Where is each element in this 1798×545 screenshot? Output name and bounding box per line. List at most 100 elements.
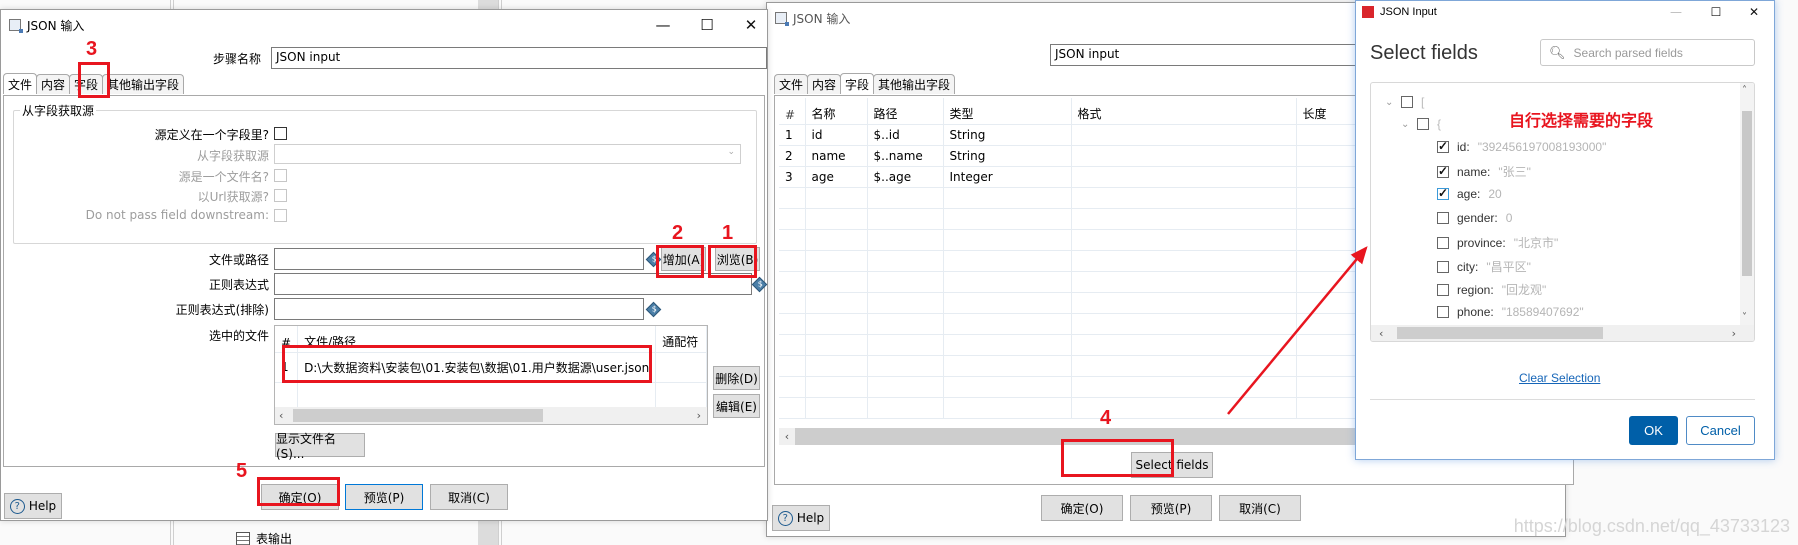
tab-file[interactable]: 文件 <box>774 74 809 94</box>
help-button[interactable]: ? Help <box>4 493 62 519</box>
variable-icon <box>645 301 662 318</box>
tab-other-output-fields[interactable]: 其他输出字段 <box>102 74 185 94</box>
window-title: JSON 输入 <box>793 11 851 26</box>
window-title: JSON 输入 <box>27 18 85 33</box>
scrollbar-thumb[interactable] <box>1742 111 1752 276</box>
tree-node-province[interactable]: province: "北京市" <box>1437 234 1558 251</box>
delete-button[interactable]: 删除(D) <box>713 366 760 390</box>
tree-node-region[interactable]: region: "回龙观" <box>1437 281 1546 298</box>
column-header-wildcard[interactable]: 通配符 <box>655 326 707 353</box>
table-row[interactable]: 1 D:\大数据资料\安装包\01.安装包\数据\01.用户数据源\user.j… <box>275 352 707 383</box>
horizontal-scrollbar[interactable]: ‹ › <box>1371 325 1754 341</box>
column-header-type[interactable]: 类型 <box>943 98 1072 125</box>
column-header-path[interactable]: 路径 <box>867 98 944 125</box>
column-header-format[interactable]: 格式 <box>1071 98 1297 125</box>
checkbox[interactable] <box>1437 306 1449 318</box>
source-field-select[interactable]: ⌄ <box>274 144 741 164</box>
ok-button[interactable]: OK <box>1629 416 1678 445</box>
edit-button[interactable]: 编辑(E) <box>713 394 760 418</box>
maximize-button[interactable]: ☐ <box>1696 1 1736 23</box>
column-header-file-path[interactable]: 文件/路径 <box>297 326 657 353</box>
regex-input[interactable] <box>274 273 752 295</box>
file-or-directory-label: 文件或路径 <box>208 253 269 267</box>
chevron-down-icon[interactable]: ⌄ <box>1385 97 1401 108</box>
do-not-pass-downstream-checkbox[interactable] <box>274 209 287 222</box>
tab-bar: 文件 内容 字段 其他输出字段 <box>774 73 956 94</box>
scroll-right-icon[interactable]: › <box>697 409 701 422</box>
step-name-input[interactable]: JSON input <box>271 47 767 69</box>
checkbox[interactable] <box>1437 139 1449 153</box>
annotation-step-2: 2 <box>672 222 684 244</box>
clear-selection-link[interactable]: Clear Selection <box>1519 371 1600 385</box>
tab-fields[interactable]: 字段 <box>840 73 875 94</box>
maximize-button[interactable]: ☐ <box>685 10 729 40</box>
ok-button[interactable]: 确定(O) <box>261 484 339 510</box>
source-in-field-checkbox[interactable] <box>274 127 287 140</box>
add-button[interactable]: 增加(A) <box>661 247 706 271</box>
column-header-length[interactable]: 长度 <box>1296 98 1363 125</box>
tree-item-table-output[interactable]: 表输出 <box>236 530 292 545</box>
chevron-down-icon[interactable]: ⌄ <box>1401 119 1417 130</box>
preview-button[interactable]: 预览(P) <box>1130 495 1212 521</box>
checkbox[interactable] <box>1437 186 1449 200</box>
checkbox[interactable] <box>1437 236 1449 249</box>
tab-fields[interactable]: 字段 <box>69 74 104 94</box>
cancel-button[interactable]: 取消(C) <box>430 484 508 510</box>
scroll-left-icon[interactable]: ‹ <box>1379 327 1383 340</box>
select-fields-button[interactable]: Select fields <box>1131 452 1213 478</box>
tree-node-object[interactable]: ⌄ { <box>1401 117 1441 131</box>
checkbox[interactable] <box>1437 283 1449 296</box>
minimize-button[interactable]: — <box>1656 1 1696 23</box>
ok-button[interactable]: 确定(O) <box>1041 495 1123 521</box>
window-title: JSON Input <box>1380 6 1437 18</box>
tree-node-phone[interactable]: phone: "18589407692" <box>1437 305 1584 319</box>
checkbox[interactable] <box>1417 118 1429 130</box>
cancel-button[interactable]: Cancel <box>1686 416 1755 445</box>
column-header-index[interactable]: # <box>779 98 806 125</box>
divider <box>1370 399 1755 400</box>
read-source-as-url-checkbox[interactable] <box>274 189 287 202</box>
tree-node-gender[interactable]: gender: 0 <box>1437 211 1512 225</box>
tab-file[interactable]: 文件 <box>3 73 38 94</box>
show-filenames-button[interactable]: 显示文件名(S)... <box>275 432 365 461</box>
scroll-left-icon[interactable]: ‹ <box>779 428 795 445</box>
tree-node-name[interactable]: name: "张三" <box>1437 163 1531 180</box>
scroll-up-icon[interactable]: ˄ <box>1742 85 1747 96</box>
scrollbar-thumb[interactable] <box>1397 327 1603 339</box>
close-button[interactable]: ✕ <box>1734 1 1774 23</box>
scroll-left-icon[interactable]: ‹ <box>279 409 283 422</box>
preview-button[interactable]: 预览(P) <box>345 484 423 510</box>
tab-content[interactable]: 内容 <box>807 74 842 94</box>
file-or-directory-input[interactable] <box>274 248 644 270</box>
chevron-down-icon: ⌄ <box>727 147 735 157</box>
source-is-filename-checkbox[interactable] <box>274 169 287 182</box>
regex-exclude-input[interactable] <box>274 298 644 320</box>
dialog-heading: Select fields <box>1370 42 1478 64</box>
cancel-button[interactable]: 取消(C) <box>1219 495 1301 521</box>
checkbox[interactable] <box>1401 96 1413 108</box>
checkbox[interactable] <box>1437 260 1449 273</box>
close-button[interactable]: ✕ <box>729 10 773 40</box>
minimize-button[interactable]: — <box>641 10 685 40</box>
tree-node-city[interactable]: city: "昌平区" <box>1437 258 1531 275</box>
help-button[interactable]: ? Help <box>772 505 830 531</box>
vertical-scrollbar[interactable]: ˄ ˅ <box>1740 83 1754 325</box>
tree-node-age[interactable]: age: 20 <box>1437 186 1502 201</box>
column-header-name[interactable]: 名称 <box>805 98 868 125</box>
select-fields-dialog: JSON Input — ☐ ✕ Select fields 🔍︎ Search… <box>1355 0 1775 460</box>
horizontal-scrollbar[interactable]: ‹ › <box>275 407 707 424</box>
scroll-down-icon[interactable]: ˅ <box>1742 312 1747 323</box>
tab-other-output-fields[interactable]: 其他输出字段 <box>873 74 956 94</box>
scroll-right-icon[interactable]: › <box>1732 327 1736 340</box>
checkbox[interactable] <box>1437 164 1449 178</box>
tab-content[interactable]: 内容 <box>36 74 71 94</box>
browse-button[interactable]: 浏览(B) <box>715 247 760 271</box>
scrollbar-thumb[interactable] <box>293 409 543 422</box>
watermark: https://blog.csdn.net/qq_43733123 <box>1513 516 1790 536</box>
tree-node-root-array[interactable]: ⌄ [ <box>1385 95 1424 109</box>
annotation-step-5: 5 <box>236 460 248 482</box>
checkbox[interactable] <box>1437 212 1449 224</box>
search-fields-input[interactable]: 🔍︎ Search parsed fields <box>1540 39 1755 66</box>
column-header-index[interactable]: # <box>275 326 299 353</box>
tree-node-id[interactable]: id: "392456197008193000" <box>1437 139 1606 154</box>
